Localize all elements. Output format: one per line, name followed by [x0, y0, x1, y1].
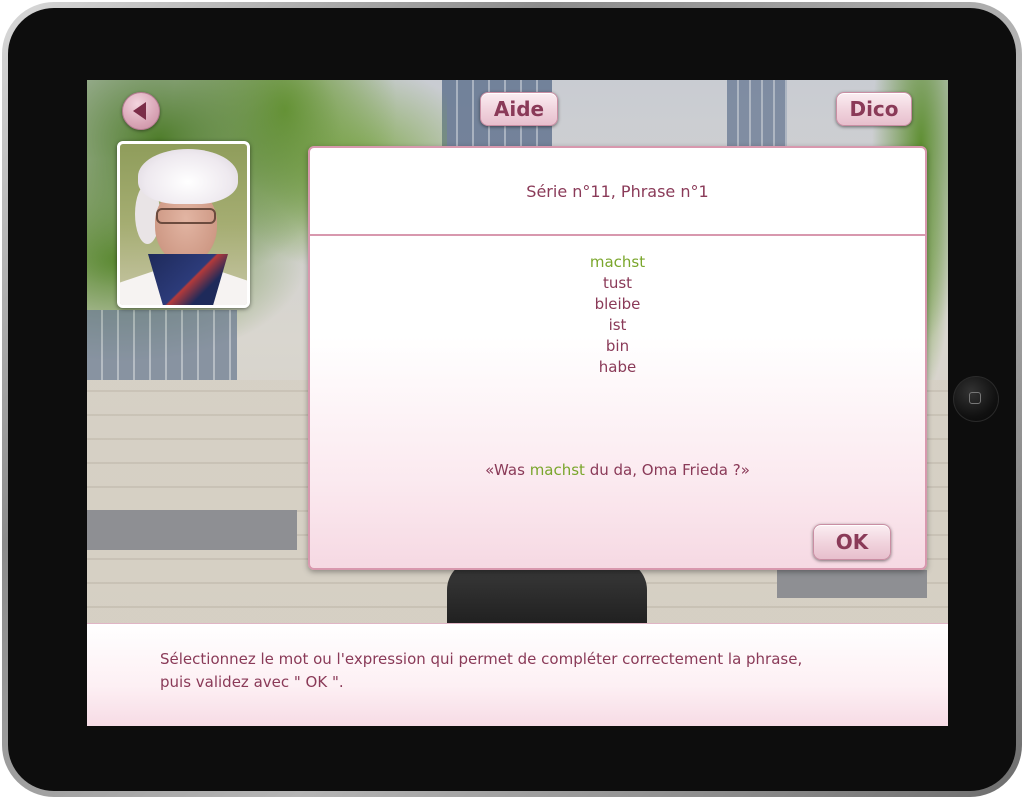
sentence: «Was machst du da, Oma Frieda ?»	[310, 461, 925, 479]
background-roof	[87, 510, 297, 550]
options-list: machst tust bleibe ist bin habe	[310, 252, 925, 378]
ok-button[interactable]: OK	[813, 524, 891, 560]
instruction-line: puis validez avec " OK ".	[160, 673, 344, 691]
dico-button[interactable]: Dico	[836, 92, 912, 126]
instruction-bar: Sélectionnez le mot ou l'expression qui …	[87, 623, 948, 726]
portrait-hat	[138, 149, 238, 204]
background-window	[87, 310, 237, 380]
option-item[interactable]: ist	[609, 315, 627, 336]
back-button[interactable]	[122, 92, 160, 130]
home-square-icon	[969, 392, 981, 404]
background-statue	[447, 560, 647, 630]
back-arrow-icon	[133, 102, 146, 120]
exercise-title: Série n°11, Phrase n°1	[310, 148, 925, 236]
option-item[interactable]: habe	[599, 357, 636, 378]
portrait-glasses	[156, 208, 216, 224]
character-portrait	[117, 141, 250, 308]
sentence-end: du da, Oma Frieda ?»	[584, 461, 750, 479]
sentence-answer: machst	[529, 461, 585, 479]
option-item[interactable]: tust	[603, 273, 632, 294]
option-item[interactable]: bleibe	[595, 294, 641, 315]
home-button[interactable]	[953, 376, 999, 422]
option-item[interactable]: bin	[606, 336, 629, 357]
sentence-start: «Was	[485, 461, 530, 479]
instruction-line: Sélectionnez le mot ou l'expression qui …	[160, 650, 803, 668]
background-window	[727, 80, 787, 150]
instruction-text: Sélectionnez le mot ou l'expression qui …	[160, 648, 920, 694]
background-roof	[777, 570, 927, 598]
aide-button[interactable]: Aide	[480, 92, 558, 126]
exercise-panel: Série n°11, Phrase n°1 machst tust bleib…	[308, 146, 927, 570]
app-screen: Aide Dico Série n°11, Phrase n°1 machst …	[87, 80, 948, 726]
option-item[interactable]: machst	[590, 252, 645, 273]
